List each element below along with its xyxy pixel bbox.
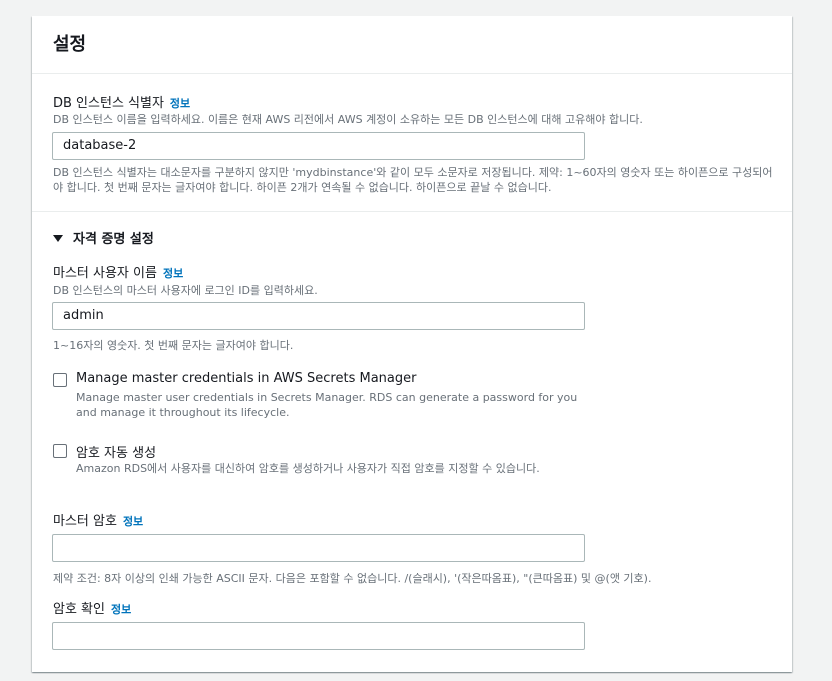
panel-title: 설정	[53, 34, 87, 55]
settings-panel: 설정 DB 인스턴스 식별자 정보 DB 인스턴스 이름을 입력하세요. 이름은 …	[32, 16, 792, 672]
db-identifier-info-link[interactable]: 정보	[170, 97, 190, 110]
db-identifier-input[interactable]: database-2	[52, 132, 585, 160]
secrets-manager-checkbox[interactable]	[53, 373, 67, 387]
master-password-label: 마스터 암호	[53, 514, 117, 529]
db-identifier-label: DB 인스턴스 식별자	[53, 96, 164, 111]
secrets-manager-description: Manage master user credentials in Secret…	[76, 391, 578, 419]
confirm-password-info-link[interactable]: 정보	[111, 603, 131, 616]
master-username-info-link[interactable]: 정보	[163, 267, 183, 280]
auto-password-label: 암호 자동 생성	[76, 446, 157, 461]
master-username-input[interactable]: admin	[52, 302, 585, 330]
credentials-section-toggle[interactable]: 자격 증명 설정	[53, 228, 154, 247]
auto-password-checkbox[interactable]	[53, 444, 67, 458]
master-username-constraint: 1~16자의 영숫자. 첫 번째 문자는 글자여야 합니다.	[53, 339, 294, 352]
db-identifier-description: DB 인스턴스 이름을 입력하세요. 이름은 현재 AWS 리전에서 AWS 계…	[53, 113, 643, 126]
db-identifier-field-label: DB 인스턴스 식별자 정보	[53, 92, 190, 111]
master-username-label: 마스터 사용자 이름	[53, 266, 157, 281]
db-identifier-constraint: DB 인스턴스 식별자는 대소문자를 구분하지 않지만 'mydbinstanc…	[53, 166, 773, 194]
confirm-password-input[interactable]	[52, 622, 585, 650]
master-password-input[interactable]	[52, 534, 585, 562]
master-password-info-link[interactable]: 정보	[123, 515, 143, 528]
section-divider	[32, 211, 792, 212]
panel-header: 설정	[32, 16, 792, 74]
secrets-manager-label: Manage master credentials in AWS Secrets…	[76, 371, 417, 386]
master-username-field-label: 마스터 사용자 이름 정보	[53, 262, 183, 281]
confirm-password-label: 암호 확인	[53, 602, 105, 617]
confirm-password-field-label: 암호 확인 정보	[53, 598, 131, 617]
master-username-description: DB 인스턴스의 마스터 사용자에 로그인 ID를 입력하세요.	[53, 284, 318, 297]
master-password-constraint: 제약 조건: 8자 이상의 인쇄 가능한 ASCII 문자. 다음은 포함할 수…	[53, 572, 652, 585]
caret-down-icon	[53, 235, 63, 242]
credentials-section-title: 자격 증명 설정	[73, 232, 154, 247]
master-password-field-label: 마스터 암호 정보	[53, 510, 143, 529]
auto-password-description: Amazon RDS에서 사용자를 대신하여 암호를 생성하거나 사용자가 직접…	[76, 462, 540, 475]
